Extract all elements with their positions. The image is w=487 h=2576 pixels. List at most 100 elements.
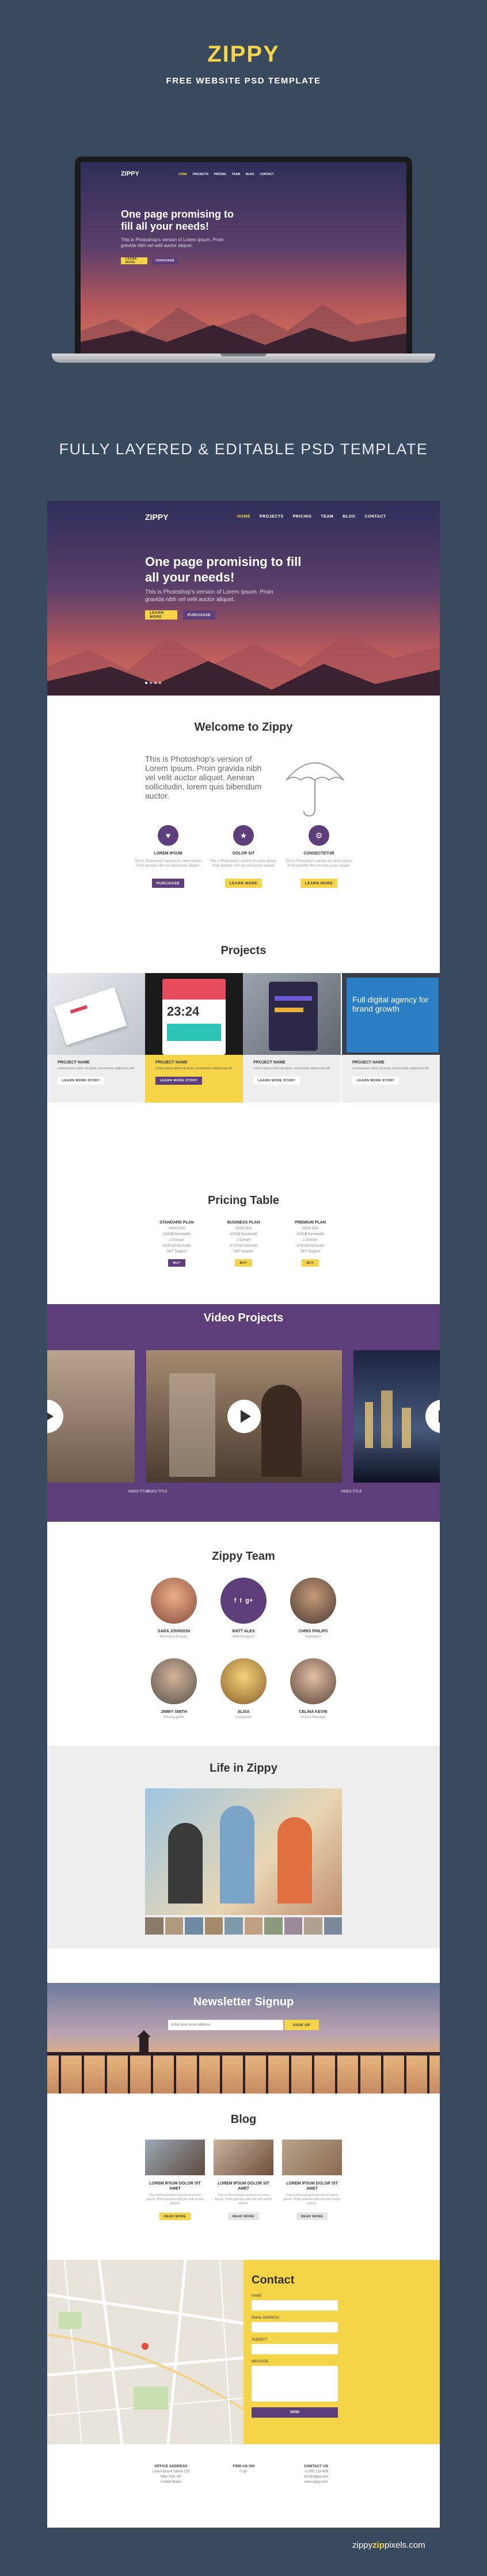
project-learn-more-button[interactable]: LEARN MORE STORY (58, 1077, 105, 1085)
plan-feature: 10 Email Accounts (229, 1244, 258, 1248)
nav-item-team[interactable]: TEAM (321, 515, 333, 519)
laptop-nav-team[interactable]: TEAM (232, 173, 240, 176)
member-role: Copywriter (235, 1716, 252, 1719)
laptop-mockup: ZIPPY HOME PROJECTS PRICING TEAM BLOG CO… (75, 157, 412, 354)
subject-field[interactable] (252, 2344, 338, 2354)
name-label: NAME (252, 2294, 262, 2298)
blog-read-more-button[interactable]: READ MORE (227, 2213, 260, 2220)
thumbnail[interactable] (264, 1917, 283, 1935)
location-map[interactable] (47, 2260, 244, 2444)
project-card-2[interactable]: 23:24 PROJECT NAME Lorem ipsum dolor sit… (145, 973, 243, 1103)
blog-post-desc: This is Photoshop's version of Lorem Ips… (283, 2194, 341, 2205)
laptop-purchase-button[interactable]: PURCHASE (152, 257, 178, 264)
message-field[interactable] (252, 2366, 338, 2402)
site-credit[interactable]: zippyzippixels.com (352, 2540, 425, 2550)
gear-icon: ⚙ (309, 825, 329, 846)
blog-post-title[interactable]: LOREM IPSUM DOLOR SIT AMET (214, 2181, 273, 2191)
plan-buy-button[interactable]: BUY (302, 1259, 319, 1267)
blog-post-desc: This is Photoshop's version of Lorem Ips… (146, 2194, 204, 2205)
project-learn-more-button[interactable]: LEARN MORE STORY (155, 1077, 203, 1085)
contact-title: Contact (252, 2274, 295, 2286)
heart-icon: ♥ (158, 825, 178, 846)
project-card-4[interactable]: Full digital agency for brand growth PRO… (342, 973, 440, 1103)
hero-text: This is Photoshop's version of Lorem Ips… (145, 589, 273, 603)
welcome-title: Welcome to Zippy (194, 721, 293, 734)
feature-learn-more-button[interactable]: LEARN MORE (300, 879, 338, 888)
google-plus-icon[interactable]: g+ (245, 1597, 253, 1604)
footer-heading: CONTACT US (303, 2464, 329, 2468)
plan-feature: 1 Domain (236, 1238, 251, 1242)
blog-image[interactable] (214, 2140, 273, 2175)
newsletter-email-input[interactable] (168, 2020, 283, 2030)
avatar-social-overlay: f t g+ (220, 1578, 267, 1624)
thumbnail[interactable] (244, 1917, 262, 1935)
hero-purchase-button[interactable]: PURCHASE (183, 610, 215, 620)
plan-name: BUSINESS PLAN (227, 1221, 260, 1225)
blog-image[interactable] (282, 2140, 342, 2175)
hero-learn-more-button[interactable]: LEARN MORE (145, 610, 177, 620)
thumbnail[interactable] (284, 1917, 302, 1935)
name-field[interactable] (252, 2300, 338, 2311)
nav-item-projects[interactable]: PROJECTS (260, 515, 284, 519)
nav-item-contact[interactable]: CONTACT (364, 515, 386, 519)
plan-buy-button[interactable]: BUY (168, 1259, 185, 1267)
contact-form: Contact NAME EMAIL ADDRESS SUBJECT MESSA… (244, 2260, 440, 2444)
blog-post-title[interactable]: LOREM IPSUM DOLOR SIT AMET (282, 2181, 342, 2191)
nav-logo[interactable]: ZIPPY (145, 512, 168, 522)
newsletter-signup-button[interactable]: SIGN UP (284, 2020, 319, 2030)
thumbnail[interactable] (165, 1917, 183, 1935)
nav-item-home[interactable]: HOME (237, 515, 250, 519)
thumbnail[interactable] (204, 1917, 223, 1935)
play-icon[interactable] (425, 1400, 440, 1433)
laptop-mountains (81, 305, 406, 354)
video-thumb-3[interactable] (353, 1350, 440, 1483)
project-learn-more-button[interactable]: LEARN MORE STORY (352, 1077, 400, 1085)
play-icon[interactable] (227, 1400, 261, 1433)
video-thumb-2[interactable] (146, 1350, 342, 1483)
thumbnail[interactable] (185, 1917, 203, 1935)
twitter-icon[interactable]: t (239, 1597, 242, 1604)
blog-read-more-button[interactable]: READ MORE (296, 2213, 328, 2220)
project-learn-more-button[interactable]: LEARN MORE STORY (253, 1077, 300, 1085)
feature-learn-more-button[interactable]: LEARN MORE (225, 879, 262, 888)
social-icons[interactable]: f t g+ (206, 2470, 281, 2474)
project-card-3[interactable]: PROJECT NAME Lorem ipsum dolor sit amet,… (243, 973, 341, 1103)
blog-image[interactable] (145, 2140, 205, 2175)
feature-purchase-button[interactable]: PURCHASE (151, 879, 185, 888)
project-caption: PROJECT NAME Lorem ipsum dolor sit amet,… (342, 1055, 440, 1103)
avatar (151, 1658, 197, 1704)
blog-post-title[interactable]: LOREM IPSUM DOLOR SIT AMET (145, 2181, 205, 2191)
thumbnail[interactable] (324, 1917, 342, 1935)
laptop-nav-home[interactable]: HOME (178, 173, 187, 176)
nav-item-pricing[interactable]: PRICING (293, 515, 312, 519)
send-button[interactable]: SEND (252, 2407, 338, 2418)
email-field[interactable] (252, 2322, 338, 2332)
thumbnail[interactable] (304, 1917, 322, 1935)
laptop-nav-pricing[interactable]: PRICING (214, 173, 226, 176)
nav-item-blog[interactable]: BLOG (343, 515, 355, 519)
member-name: SARA JOHNSON (157, 1629, 191, 1633)
avatar (151, 1578, 197, 1624)
slider-dots[interactable] (145, 682, 161, 684)
blog-read-more-button[interactable]: READ MORE (159, 2213, 191, 2220)
thumbnail[interactable] (225, 1917, 243, 1935)
laptop-nav-projects[interactable]: PROJECTS (193, 173, 208, 176)
life-title: Life in Zippy (210, 1762, 277, 1775)
plan-buy-button[interactable]: BUY (235, 1259, 252, 1267)
laptop-nav-blog[interactable]: BLOG (246, 173, 254, 176)
umbrella-icon (286, 762, 344, 817)
laptop-learn-more-button[interactable]: LEARN MORE (121, 257, 147, 264)
play-icon[interactable] (47, 1400, 63, 1433)
hero-mountains (47, 632, 440, 696)
laptop-nav-contact[interactable]: CONTACT (260, 173, 273, 176)
tablet-screen-headline: Full digital agency for brand growth (347, 978, 439, 1053)
footer-line: +1 800 123 456 (304, 2470, 328, 2474)
project-image (243, 973, 341, 1055)
phone-clock: 23:24 (167, 1004, 200, 1019)
video-thumb-1[interactable] (47, 1350, 135, 1483)
facebook-icon[interactable]: f (234, 1597, 237, 1604)
thumbnail[interactable] (145, 1917, 163, 1935)
member-role: Marketing Director (159, 1635, 188, 1639)
project-desc: Lorem ipsum dolor sit amet, consectetur … (253, 1067, 330, 1070)
project-card-1[interactable]: PROJECT NAME Lorem ipsum dolor sit amet,… (47, 973, 145, 1103)
